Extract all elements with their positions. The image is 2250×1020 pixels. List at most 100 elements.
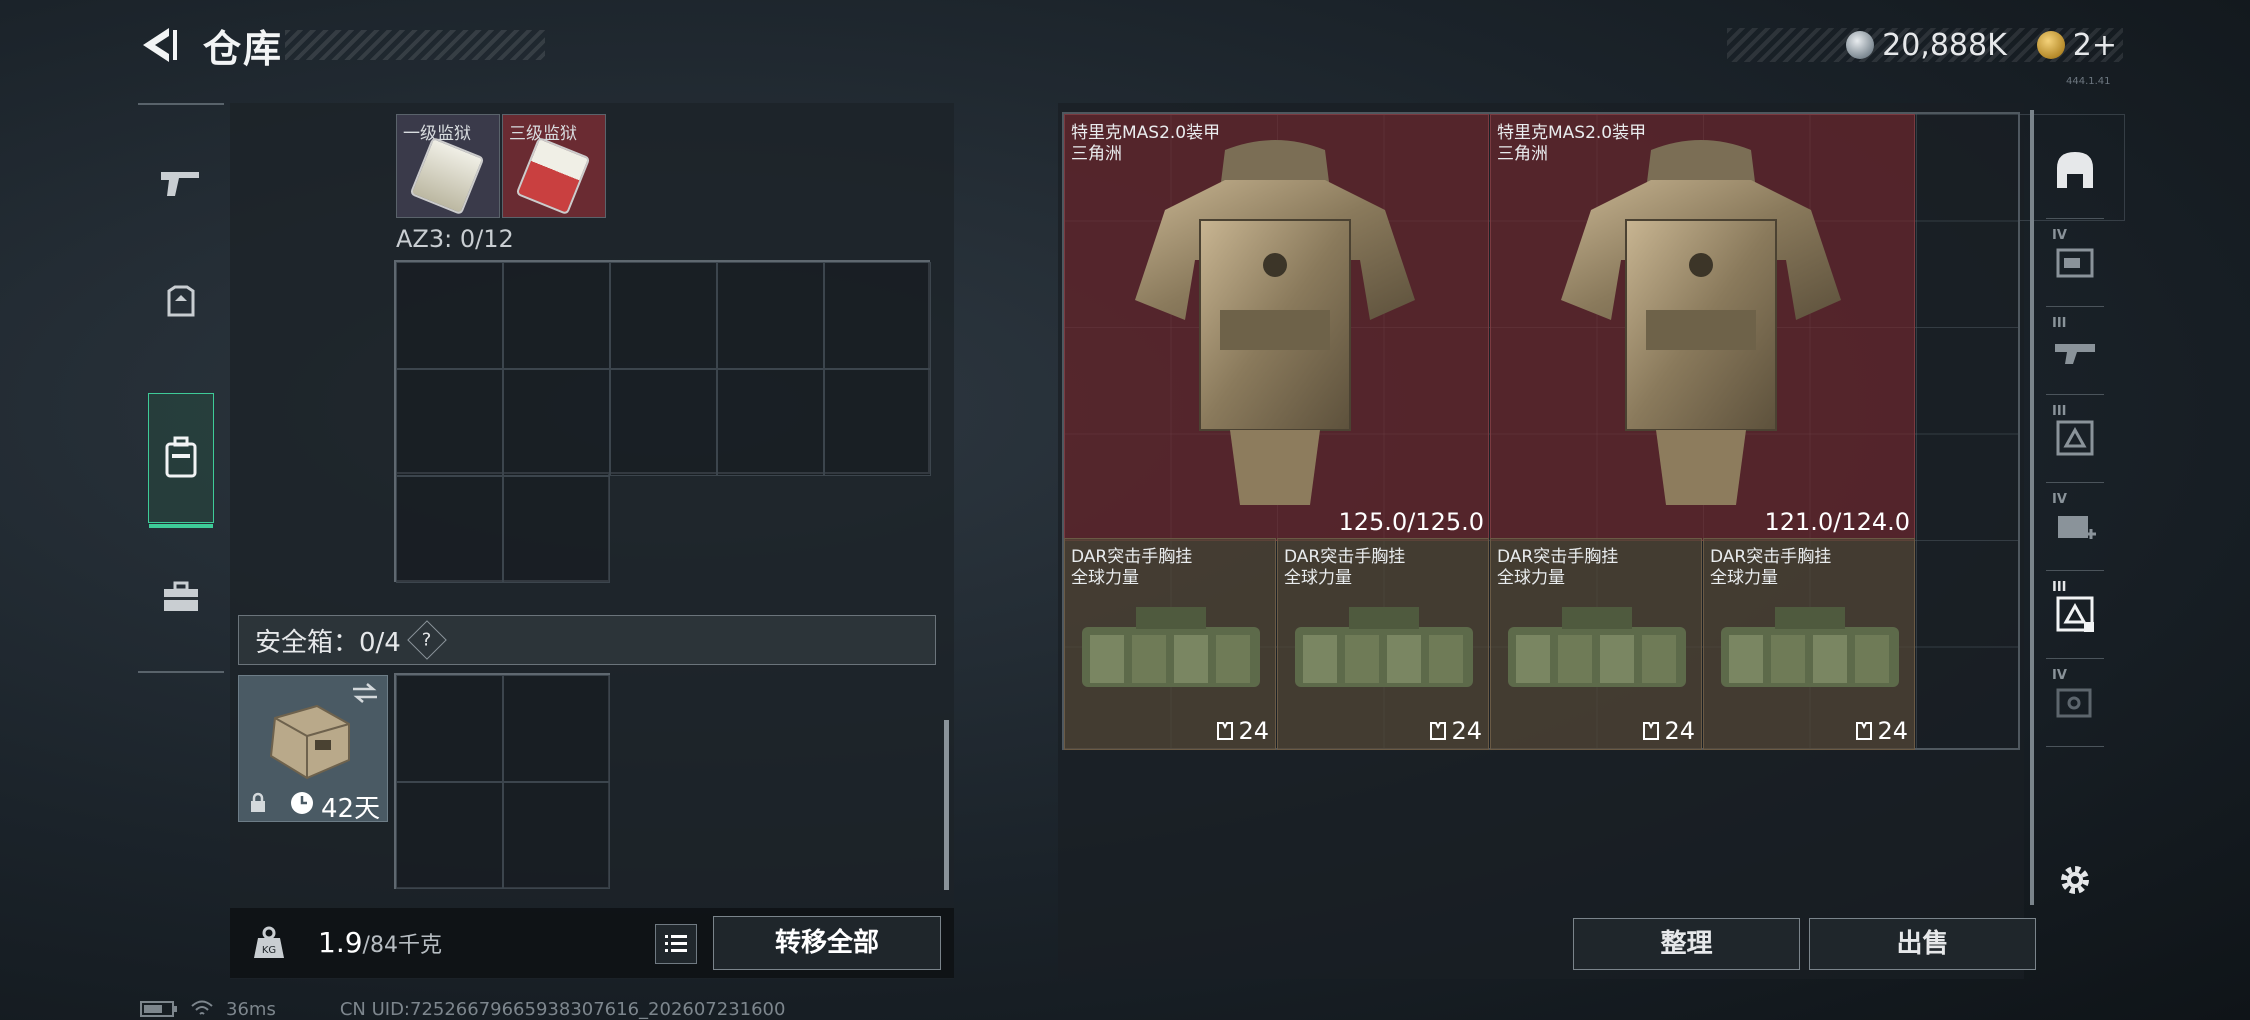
chest-rig-icon	[1508, 607, 1686, 687]
body-armor-icon	[1135, 140, 1415, 505]
svg-text:KG: KG	[262, 945, 276, 956]
ticket-icon	[2036, 31, 2065, 59]
filter-helmet[interactable]	[2046, 130, 2104, 210]
list-icon	[665, 935, 687, 952]
medkit-filter-icon	[2058, 516, 2096, 539]
category-armor[interactable]	[138, 243, 224, 363]
chest-rig-item[interactable]: DAR突击手胸挂 全球力量 24	[1277, 538, 1489, 750]
transfer-all-button[interactable]: 转移全部	[713, 916, 941, 970]
filter-gun[interactable]: III	[2046, 310, 2104, 390]
vest-capacity-icon	[1643, 722, 1660, 740]
category-weapons[interactable]	[138, 123, 224, 243]
filter-container[interactable]: IV	[2046, 222, 2104, 302]
chest-rig-icon	[1082, 607, 1260, 687]
keycard-icon	[409, 136, 485, 216]
capacity-readout: 24	[1642, 717, 1695, 745]
chest-rig-icon	[1721, 607, 1899, 687]
weight-readout: 1.9/84千克	[318, 926, 442, 959]
item-brand: 全球力量	[1497, 568, 1565, 588]
grid-slot[interactable]	[503, 369, 610, 476]
grid-slot[interactable]	[824, 262, 931, 369]
chest-rig-item[interactable]: DAR突击手胸挂 全球力量 24	[1490, 538, 1702, 750]
filter-backpack[interactable]: IV	[2046, 662, 2104, 742]
item-brand: 全球力量	[1284, 568, 1352, 588]
helmet-filter-icon	[2057, 152, 2093, 188]
grid-slot[interactable]	[717, 262, 824, 369]
safebox-duration: 42天	[321, 794, 381, 824]
durability-value: 125.0/125.0	[1338, 508, 1485, 536]
safebox-case-icon	[269, 704, 350, 780]
settings-button[interactable]	[2046, 840, 2104, 920]
armor-item[interactable]: 特里克MAS2.0装甲 三角洲 121.0/124.0	[1490, 114, 1915, 541]
weight-bar: KG 1.9/84千克 转移全部	[230, 908, 954, 978]
helmet-icon	[167, 285, 195, 317]
battery-icon	[140, 1001, 177, 1017]
safebox-slot[interactable]	[503, 782, 610, 889]
vest-filter-icon	[2056, 596, 2094, 632]
chest-rig-item[interactable]: DAR突击手胸挂 全球力量 24	[1703, 538, 1915, 750]
grid-slot[interactable]	[610, 369, 717, 476]
list-view-button[interactable]	[655, 924, 697, 964]
ping-readout: 36ms	[226, 998, 276, 1020]
safebox-slot[interactable]	[396, 675, 503, 782]
grid-slot[interactable]	[503, 262, 610, 369]
toolbox-icon	[164, 581, 198, 611]
container-capacity-label: AZ3: 0/12	[396, 225, 514, 253]
grid-slot[interactable]	[396, 369, 503, 476]
safebox-header: 安全箱：0/4 ?	[238, 615, 936, 665]
safebox-item[interactable]: 42天	[238, 675, 388, 824]
status-bar: 36ms CN UID:7252667966593830761​6_202607…	[140, 998, 785, 1020]
capacity-readout: 24	[1855, 717, 1908, 745]
grid-slot[interactable]	[717, 369, 824, 476]
filter-armor[interactable]: III	[2046, 398, 2104, 478]
safebox-slot[interactable]	[503, 675, 610, 782]
coin-amount: 20,888K	[1882, 27, 2007, 63]
version-tag: 444.1.41	[2066, 76, 2111, 87]
title-stripe	[285, 30, 545, 60]
filter-medkit[interactable]: IV	[2046, 486, 2104, 566]
grid-slot[interactable]	[824, 369, 931, 476]
container-filter-icon	[2056, 248, 2094, 278]
body-armor-icon	[1561, 140, 1841, 505]
chest-rig-item[interactable]: DAR突击手胸挂 全球力量 24	[1064, 538, 1276, 750]
backpack-icon	[165, 436, 197, 478]
armor-item[interactable]: 特里克MAS2.0装甲 三角洲 125.0/125.0	[1064, 114, 1489, 541]
help-icon[interactable]: ?	[407, 620, 447, 660]
category-backpack[interactable]	[148, 393, 214, 528]
grid-slot[interactable]	[503, 476, 610, 583]
safebox-label: 安全箱：0/4	[255, 627, 401, 658]
grid-slot[interactable]	[396, 262, 503, 369]
item-brand: 全球力量	[1710, 568, 1778, 588]
sort-button[interactable]: 整理	[1573, 918, 1800, 970]
currency-bar: 20,888K 2+	[1727, 27, 2123, 63]
user-uid: CN UID:7252667966593830761​6_20260723160…	[339, 998, 786, 1020]
keycard-icon	[515, 136, 591, 216]
back-button[interactable]	[135, 22, 181, 68]
keycard-item[interactable]: 三级监狱	[502, 114, 606, 218]
category-supplies[interactable]	[138, 537, 224, 657]
scrollbar-thumb[interactable]	[944, 720, 949, 890]
sell-button[interactable]: 出售	[1809, 918, 2036, 970]
armor-filter-icon	[2056, 420, 2094, 456]
swap-icon	[353, 683, 377, 703]
vest-capacity-icon	[1217, 722, 1234, 740]
rail-divider	[138, 671, 224, 673]
rail-divider	[138, 103, 224, 105]
filter-rail-divider	[2030, 110, 2034, 905]
safebox-slot[interactable]	[396, 782, 503, 889]
item-brand: 全球力量	[1071, 568, 1139, 588]
gun-filter-icon	[2055, 344, 2095, 364]
filter-rail: IV III III IV III IV	[2036, 110, 2110, 970]
grid-slot[interactable]	[610, 262, 717, 369]
clock-icon	[291, 792, 313, 814]
coin-icon	[1846, 31, 1875, 59]
lock-icon	[251, 792, 265, 812]
capacity-readout: 24	[1216, 717, 1269, 745]
capacity-readout: 24	[1429, 717, 1482, 745]
chest-rig-icon	[1295, 607, 1473, 687]
keycard-item[interactable]: 一级监狱	[396, 114, 500, 218]
grid-slot[interactable]	[396, 476, 503, 583]
filter-vest[interactable]: III	[2046, 574, 2104, 654]
wifi-icon	[191, 1000, 213, 1015]
vest-capacity-icon	[1856, 722, 1873, 740]
